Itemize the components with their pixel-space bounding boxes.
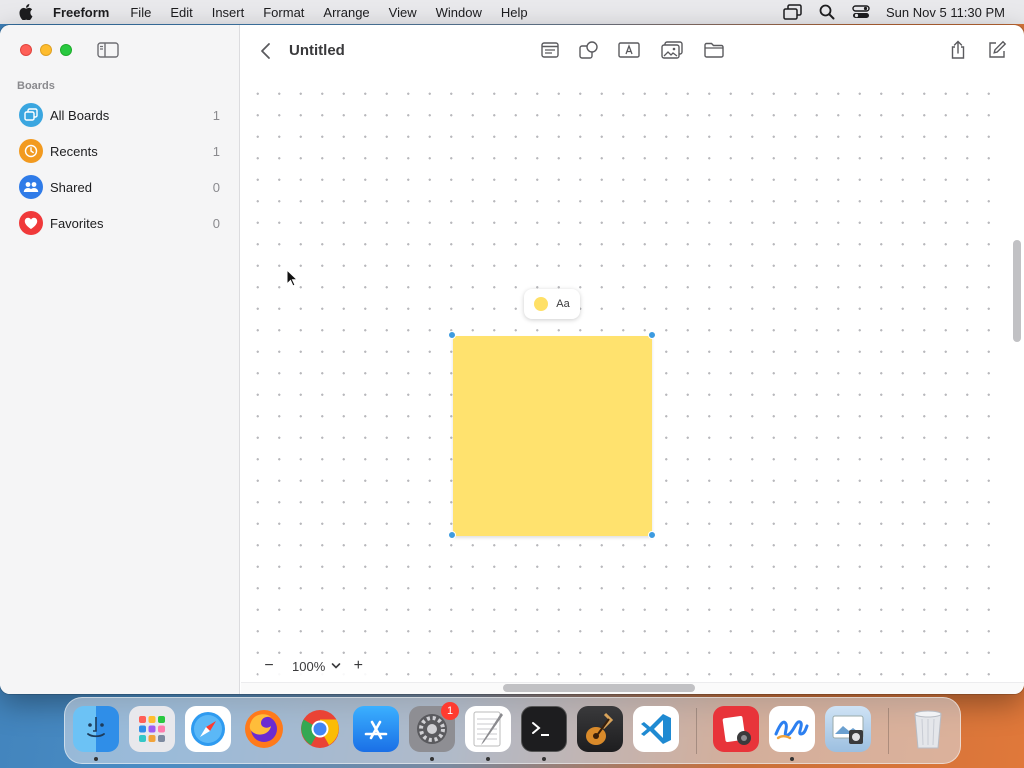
sidebar-item-recents[interactable]: Recents 1 — [10, 136, 230, 166]
menu-arrange[interactable]: Arrange — [323, 5, 369, 20]
folder-tool-icon[interactable] — [702, 39, 726, 61]
dock-separator — [696, 708, 697, 754]
freeform-icon[interactable] — [769, 706, 815, 752]
dock: 1 — [64, 697, 961, 764]
sticky-note-tool-icon[interactable] — [538, 39, 562, 61]
selection-handle-bottom-left[interactable] — [448, 531, 456, 539]
vscode-icon[interactable] — [633, 706, 679, 752]
mouse-pointer-icon — [286, 268, 299, 287]
apple-menu-icon[interactable] — [19, 4, 33, 20]
preview-icon[interactable] — [825, 706, 871, 752]
note-font-button[interactable]: Aa — [556, 298, 569, 310]
new-board-icon[interactable] — [985, 39, 1009, 61]
vertical-scrollbar[interactable] — [1013, 240, 1021, 342]
running-indicator — [790, 757, 794, 761]
sidebar-heading: Boards — [17, 80, 55, 92]
shapes-tool-icon[interactable] — [577, 39, 601, 61]
menu-insert[interactable]: Insert — [212, 5, 245, 20]
back-button[interactable] — [259, 41, 273, 61]
zoom-level[interactable]: 100% — [292, 659, 325, 674]
launchpad-icon[interactable] — [129, 706, 175, 752]
menu-view[interactable]: View — [389, 5, 417, 20]
sidebar-item-count: 1 — [212, 107, 220, 123]
sticky-note[interactable] — [453, 336, 652, 536]
window-minimize-button[interactable] — [40, 44, 52, 56]
horizontal-scrollbar[interactable] — [503, 684, 695, 692]
sidebar-item-count: 0 — [212, 215, 220, 231]
sidebar-item-label: Recents — [50, 143, 98, 159]
zoom-control: − 100% + — [258, 654, 370, 678]
sidebar-item-label: Favorites — [50, 215, 104, 231]
selection-handle-top-right[interactable] — [648, 331, 656, 339]
safari-icon[interactable] — [185, 706, 231, 752]
finder-icon[interactable] — [73, 706, 119, 752]
clock-icon — [19, 139, 43, 163]
menu-window[interactable]: Window — [436, 5, 482, 20]
sidebar-item-favorites[interactable]: Favorites 0 — [10, 208, 230, 238]
system-settings-icon[interactable]: 1 — [409, 702, 459, 752]
dock-separator — [888, 708, 889, 754]
sidebar-item-count: 1 — [212, 143, 220, 159]
sidebar-item-shared[interactable]: Shared 0 — [10, 172, 230, 202]
media-tool-icon[interactable] — [660, 39, 684, 61]
trash-icon[interactable] — [905, 706, 951, 752]
menu-bar-clock[interactable]: Sun Nov 5 11:30 PM — [886, 5, 1005, 20]
app-menu[interactable]: Freeform — [53, 5, 109, 20]
note-color-picker[interactable] — [534, 297, 549, 311]
running-indicator — [94, 757, 98, 761]
control-center-icon[interactable] — [850, 4, 872, 20]
chevron-down-icon[interactable] — [331, 660, 343, 672]
window-close-button[interactable] — [20, 44, 32, 56]
chrome-icon[interactable] — [297, 706, 343, 752]
menu-format[interactable]: Format — [263, 5, 304, 20]
all-boards-icon — [19, 103, 43, 127]
menu-bar: Freeform File Edit Insert Format Arrange… — [0, 0, 1024, 24]
textedit-icon[interactable] — [465, 706, 511, 752]
terminal-icon[interactable] — [521, 706, 567, 752]
spotlight-search-icon[interactable] — [816, 4, 838, 20]
sticky-note-format-popover: Aa — [524, 289, 580, 319]
sidebar-item-label: All Boards — [50, 107, 110, 123]
heart-icon — [19, 211, 43, 235]
notification-badge: 1 — [441, 702, 459, 720]
selection-handle-top-left[interactable] — [448, 331, 456, 339]
sidebar: Boards All Boards 1 Recents 1 Shared 0 F… — [0, 25, 240, 694]
garageband-icon[interactable] — [577, 706, 623, 752]
text-box-tool-icon[interactable] — [617, 39, 641, 61]
board-toolbar: Untitled — [241, 25, 1024, 77]
window-zoom-button[interactable] — [60, 44, 72, 56]
freeform-window: Boards All Boards 1 Recents 1 Shared 0 F… — [0, 25, 1024, 694]
running-indicator — [542, 757, 546, 761]
share-icon[interactable] — [946, 39, 970, 61]
firefox-icon[interactable] — [241, 706, 287, 752]
running-indicator — [486, 757, 490, 761]
zoom-out-button[interactable]: − — [258, 655, 280, 677]
app-store-icon[interactable] — [353, 706, 399, 752]
sidebar-toggle-icon[interactable] — [97, 42, 119, 58]
menu-edit[interactable]: Edit — [170, 5, 192, 20]
people-icon — [19, 175, 43, 199]
photo-booth-icon[interactable] — [713, 706, 759, 752]
zoom-in-button[interactable]: + — [347, 655, 369, 677]
menu-file[interactable]: File — [130, 5, 151, 20]
board-title[interactable]: Untitled — [289, 42, 345, 59]
sidebar-item-label: Shared — [50, 179, 92, 195]
sidebar-item-all-boards[interactable]: All Boards 1 — [10, 100, 230, 130]
screen-mirroring-icon[interactable] — [782, 4, 804, 20]
sidebar-item-count: 0 — [212, 179, 220, 195]
selection-handle-bottom-right[interactable] — [648, 531, 656, 539]
running-indicator — [430, 757, 434, 761]
menu-help[interactable]: Help — [501, 5, 528, 20]
